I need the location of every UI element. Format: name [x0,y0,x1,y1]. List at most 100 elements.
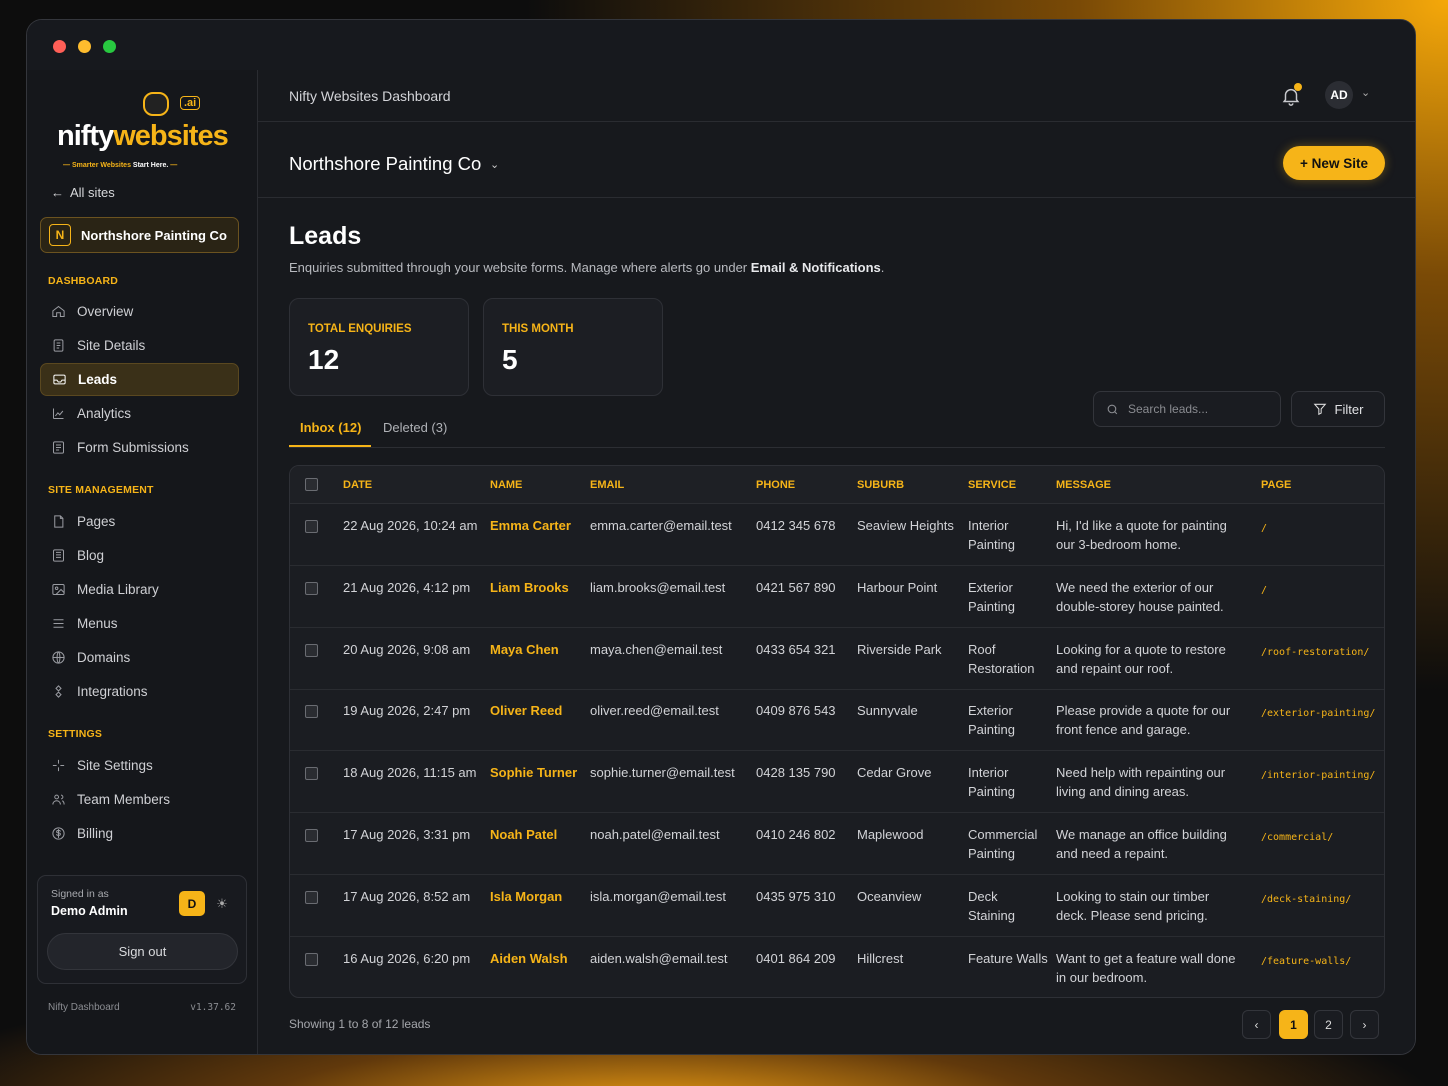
lead-service: Interior Painting [968,518,1015,552]
row-checkbox[interactable] [305,643,318,657]
sidebar-item-site-details[interactable]: Site Details [40,329,239,362]
lead-tabs: Inbox (12) Deleted (3) [289,408,1385,448]
notifications-bell-icon[interactable] [1280,83,1302,107]
lead-phone: 0409 876 543 [756,703,836,719]
lead-name[interactable]: Emma Carter [490,516,571,535]
robot-logo-icon [143,92,169,116]
sidebar-item-label: Form Submissions [77,440,189,455]
brand-logo[interactable]: .ai niftywebsites — Smarter Websites Sta… [55,90,235,169]
row-checkbox[interactable] [305,890,318,904]
sidebar-item-overview[interactable]: Overview [40,295,239,328]
lead-name[interactable]: Isla Morgan [490,887,562,906]
table-row[interactable]: 22 Aug 2026, 10:24 am Emma Carter emma.car… [290,504,1384,566]
close-window-button[interactable] [53,40,66,53]
lead-page: /deck-staining/ [1261,893,1352,905]
tab-deleted[interactable]: Deleted (3) [383,420,447,435]
column-header-page[interactable]: PAGE [1261,479,1291,491]
column-header-date[interactable]: DATE [343,479,372,491]
row-checkbox[interactable] [305,520,318,533]
column-header-suburb[interactable]: SUBURB [857,479,904,491]
sidebar-item-leads[interactable]: Leads [40,363,239,396]
page-1-button[interactable]: 1 [1279,1010,1308,1039]
sidebar-item-integrations[interactable]: Integrations [40,675,239,708]
sidebar-item-domains[interactable]: Domains [40,641,239,674]
sidebar-item-menus[interactable]: Menus [40,607,239,640]
lead-phone: 0428 135 790 [756,765,836,781]
row-checkbox[interactable] [305,767,318,781]
select-all-checkbox[interactable] [305,478,318,491]
sidebar-item-media-library[interactable]: Media Library [40,573,239,606]
stat-value: 5 [502,344,518,375]
page-2-button[interactable]: 2 [1314,1010,1343,1039]
prev-page-button[interactable]: ‹ [1242,1010,1271,1039]
lead-page: /interior-painting/ [1261,770,1376,782]
column-header-name[interactable]: NAME [490,479,522,491]
sidebar-item-label: Site Settings [77,758,153,773]
sidebar-item-team-members[interactable]: Team Members [40,783,239,816]
table-row[interactable]: 18 Aug 2026, 11:15 am Sophie Turner sophie… [290,751,1384,814]
plug-icon [55,685,62,698]
home-icon [52,305,65,317]
user-avatar-badge[interactable]: D [179,891,205,916]
table-row[interactable]: 19 Aug 2026, 2:47 pm Oliver Reed oliver.re… [290,689,1384,752]
site-header: Northshore Painting Co ⌄ + New Site [258,122,1415,198]
pagination-summary: Showing 1 to 8 of 12 leads [289,1017,431,1031]
minimize-window-button[interactable] [78,40,91,53]
next-page-button[interactable]: › [1350,1010,1379,1039]
stat-total-enquiries: TOTAL ENQUIRIES 12 [289,298,469,396]
table-row[interactable]: 20 Aug 2026, 9:08 am Maya Chen maya.chen@e… [290,628,1384,690]
sidebar-item-billing[interactable]: Billing [40,817,239,850]
lead-page: /roof-restoration/ [1261,646,1370,658]
sidebar-item-blog[interactable]: Blog [40,539,239,572]
row-checkbox[interactable] [305,829,318,842]
column-header-email[interactable]: EMAIL [590,479,624,491]
all-sites-link[interactable]: ← All sites [51,185,115,200]
lead-name[interactable]: Maya Chen [490,640,559,659]
lead-date: 16 Aug 2026, 6:20 pm [343,950,471,966]
table-row[interactable]: 16 Aug 2026, 6:20 pm Aiden Walsh aiden.wal… [290,937,1384,997]
table-row[interactable]: 17 Aug 2026, 8:52 am Isla Morgan isla.morg… [290,875,1384,937]
chevron-down-icon[interactable]: ⌄ [490,158,499,171]
tab-inbox[interactable]: Inbox (12) [300,420,361,435]
app-name: Nifty Dashboard [48,1002,120,1013]
zoom-window-button[interactable] [103,40,116,53]
lead-page: / [1261,523,1268,534]
lead-name[interactable]: Oliver Reed [490,701,562,720]
row-checkbox[interactable] [305,952,318,966]
sidebar-item-analytics[interactable]: Analytics [40,397,239,430]
lead-name[interactable]: Liam Brooks [490,578,569,597]
lead-phone: 0433 654 321 [756,641,836,657]
sidebar-item-form-submissions[interactable]: Form Submissions [40,431,239,464]
column-header-message[interactable]: MESSAGE [1056,479,1111,491]
column-header-phone[interactable]: PHONE [756,479,795,491]
table-row[interactable]: 21 Aug 2026, 4:12 pm Liam Brooks liam.broo… [290,566,1384,628]
main-panel: Nifty Websites Dashboard AD ⌄ Northshore… [258,70,1415,1054]
sign-out-button[interactable]: Sign out [47,933,238,970]
table-row[interactable]: 17 Aug 2026, 3:31 pm Noah Patel noah.patel… [290,813,1384,875]
lead-name[interactable]: Sophie Turner [490,763,577,782]
site-switcher[interactable]: Northshore Painting Co [289,153,481,175]
lead-suburb: Oceanview [857,888,922,904]
sidebar-item-label: Menus [77,616,118,631]
sun-icon[interactable]: ☀ [210,891,234,916]
sidebar-item-site-settings[interactable]: Site Settings [40,749,239,782]
row-checkbox[interactable] [305,705,318,719]
new-site-button[interactable]: + New Site [1283,146,1385,180]
email-notifications-link[interactable]: Email & Notifications [751,260,881,275]
chevron-down-icon[interactable]: ⌄ [1361,86,1370,99]
page-icon [54,515,64,528]
lead-page: /commercial/ [1261,832,1334,843]
account-avatar[interactable]: AD [1325,81,1353,109]
row-checkbox[interactable] [305,581,318,595]
top-bar: Nifty Websites Dashboard AD ⌄ [258,70,1415,122]
current-site-selector[interactable]: N Northshore Painting Co [40,217,239,253]
lead-page: / [1261,584,1268,596]
lead-name[interactable]: Noah Patel [490,825,557,844]
image-icon [52,584,65,595]
sidebar-item-pages[interactable]: Pages [40,505,239,538]
logo-wordmark: niftywebsites [57,120,229,152]
dashboard-title: Nifty Websites Dashboard [289,88,451,104]
lead-phone: 0435 975 310 [756,888,836,904]
column-header-service[interactable]: SERVICE [968,479,1016,491]
lead-name[interactable]: Aiden Walsh [490,949,568,968]
